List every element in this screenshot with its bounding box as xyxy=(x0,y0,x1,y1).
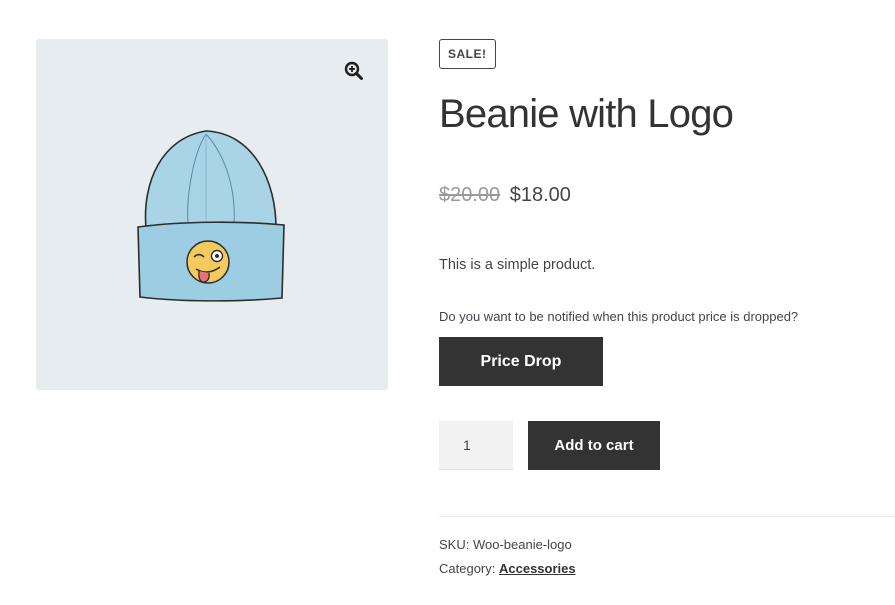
product-description: This is a simple product. xyxy=(439,257,596,273)
price-drop-button[interactable]: Price Drop xyxy=(439,337,603,386)
product-image[interactable] xyxy=(132,124,292,304)
category-link[interactable]: Accessories xyxy=(499,561,576,576)
category-label: Category: xyxy=(439,561,499,576)
zoom-button[interactable] xyxy=(339,56,369,86)
sale-price: $18.00 xyxy=(509,184,571,206)
product-summary: SALE! Beanie with Logo $20.00 $18.00 Thi… xyxy=(439,0,895,605)
category-meta: Category: Accessories xyxy=(439,561,576,576)
quantity-input[interactable] xyxy=(439,421,513,470)
sku-value: Woo-beanie-logo xyxy=(472,537,572,552)
product-title: Beanie with Logo xyxy=(439,92,734,136)
sku-meta: SKU: Woo-beanie-logo xyxy=(439,537,572,552)
regular-price: $20.00 xyxy=(439,184,501,206)
magnifier-plus-icon xyxy=(344,61,363,80)
product-gallery xyxy=(36,39,388,390)
sku-label: SKU: xyxy=(439,537,473,552)
product-price: $20.00 $18.00 xyxy=(439,184,571,207)
price-drop-prompt: Do you want to be notified when this pro… xyxy=(439,309,799,324)
add-to-cart-button[interactable]: Add to cart xyxy=(528,421,660,470)
divider xyxy=(439,516,895,517)
sale-badge: SALE! xyxy=(439,39,496,69)
